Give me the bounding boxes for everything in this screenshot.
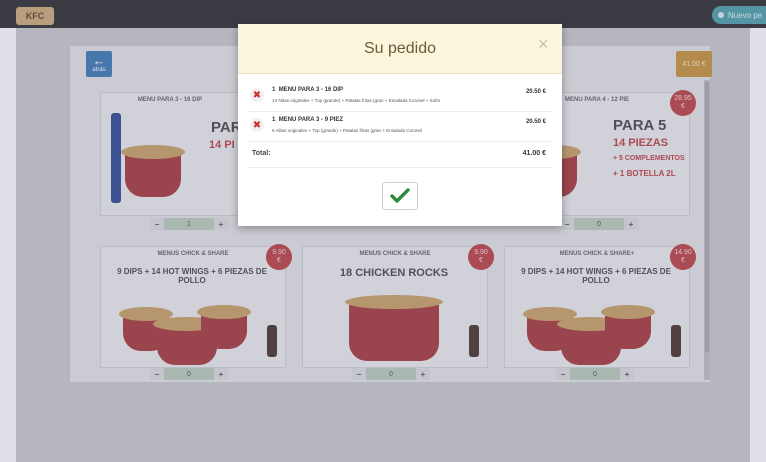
modal-title: Su pedido bbox=[363, 40, 437, 57]
remove-item-button[interactable]: ✖ bbox=[250, 88, 264, 102]
remove-item-button[interactable]: ✖ bbox=[250, 118, 264, 132]
order-item-name: 1 MENU PARA 3 - 16 DIP bbox=[272, 87, 343, 93]
order-total-row: Total: 41.00 € bbox=[248, 144, 552, 168]
modal-header: Su pedido × bbox=[238, 24, 562, 74]
order-item-qty: 1 bbox=[272, 87, 276, 93]
order-item-row: ✖ 1 MENU PARA 3 - 9 PIEZ 9 Alitas origin… bbox=[248, 114, 552, 142]
confirm-order-button[interactable] bbox=[382, 182, 418, 210]
checkmark-icon bbox=[390, 188, 410, 203]
order-item-price: 20.50 € bbox=[525, 119, 546, 125]
order-item-description: 14 Alitas originales + Tup (grande) + Pa… bbox=[272, 98, 441, 103]
order-item-qty: 1 bbox=[272, 117, 276, 123]
order-total-label: Total: bbox=[252, 150, 271, 157]
order-total-value: 41.00 € bbox=[522, 150, 546, 157]
order-item-title: MENU PARA 3 - 9 PIEZ bbox=[278, 117, 344, 123]
order-item-title: MENU PARA 3 - 16 DIP bbox=[278, 87, 344, 93]
close-icon[interactable]: × bbox=[538, 34, 549, 55]
order-item-name: 1 MENU PARA 3 - 9 PIEZ bbox=[272, 117, 343, 123]
order-item-description: 9 Alitas originales + Tup (grande) + Pat… bbox=[272, 128, 422, 133]
order-modal: Su pedido × ✖ 1 MENU PARA 3 - 16 DIP 14 … bbox=[238, 24, 562, 226]
order-item-row: ✖ 1 MENU PARA 3 - 16 DIP 14 Alitas origi… bbox=[248, 84, 552, 112]
order-item-price: 20.50 € bbox=[525, 89, 546, 95]
